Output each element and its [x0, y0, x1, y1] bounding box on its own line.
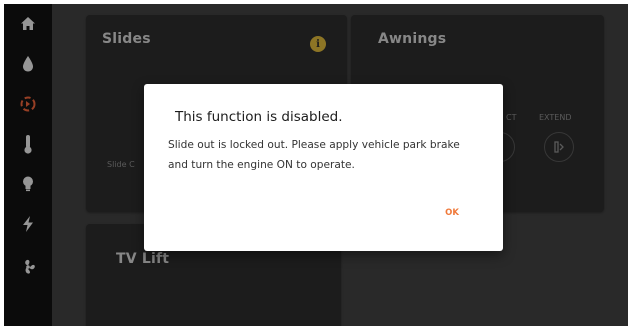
disabled-function-dialog: This function is disabled. Slide out is … [144, 84, 503, 251]
app-screen: Slides i Slide C Awnings CT EXTEND TV Li… [4, 4, 628, 326]
dialog-message-line-2: and turn the engine ON to operate. [168, 159, 355, 171]
dialog-title: This function is disabled. [175, 109, 343, 125]
ok-button[interactable]: OK [440, 205, 464, 221]
dialog-message: Slide out is locked out. Please apply ve… [168, 135, 486, 175]
dialog-message-line-1: Slide out is locked out. Please apply ve… [168, 139, 460, 151]
